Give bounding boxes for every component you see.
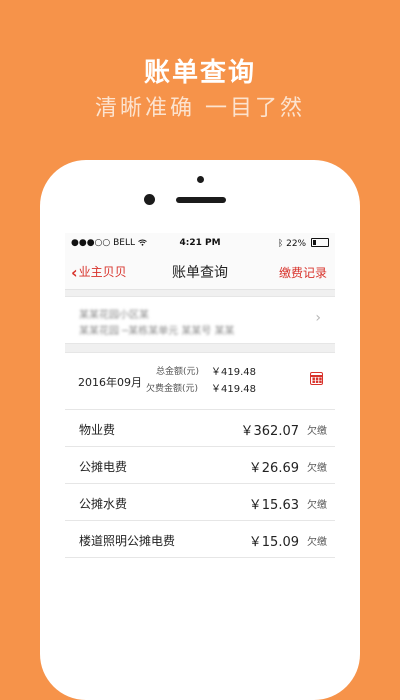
status-right: ᛒ 22% bbox=[278, 238, 329, 249]
fee-row[interactable]: 楼道照明公摊电费 ￥15.09 欠缴 bbox=[65, 521, 335, 558]
bluetooth-icon: ᛒ bbox=[277, 239, 284, 249]
fee-name: 公摊水费 bbox=[79, 497, 128, 511]
total-amount-value: ￥419.48 bbox=[211, 367, 256, 378]
bill-month: 2016年09月 bbox=[78, 376, 142, 389]
fee-status: 欠缴 bbox=[307, 537, 327, 548]
earpiece-speaker bbox=[176, 197, 226, 203]
phone-frame: ●●●○○ BELL 4:21 PM ᛒ 22% ‹业主贝贝 账单查询 缴费记录… bbox=[40, 160, 360, 700]
nav-bar: ‹业主贝贝 账单查询 缴费记录 bbox=[65, 253, 335, 290]
empty-area bbox=[65, 558, 335, 673]
owed-amount-value: ￥419.48 bbox=[211, 384, 256, 395]
address-line-1: 某某花园小区某 bbox=[79, 310, 149, 321]
fee-status: 欠缴 bbox=[307, 463, 327, 474]
payment-records-button[interactable]: 缴费记录 bbox=[279, 264, 327, 281]
chevron-right-icon: › bbox=[315, 310, 321, 326]
battery-percent: 22% bbox=[286, 239, 307, 249]
fee-amount: ￥362.07 bbox=[240, 424, 300, 439]
front-camera bbox=[144, 194, 155, 205]
calendar-icon[interactable]: ▪▪▪ ▪▪▪ bbox=[310, 372, 323, 385]
bill-summary: 2016年09月 总金额(元) ￥419.48 欠费金额(元) ￥419.48 … bbox=[65, 352, 335, 410]
fee-name: 楼道照明公摊电费 bbox=[79, 534, 176, 548]
fee-status: 欠缴 bbox=[307, 426, 327, 437]
promo-subline: 清晰准确 一目了然 bbox=[95, 96, 305, 121]
fee-amount: ￥26.69 bbox=[248, 461, 299, 476]
fee-row[interactable]: 物业费 ￥362.07 欠缴 bbox=[65, 410, 335, 447]
owed-amount-label: 欠费金额(元) bbox=[146, 384, 199, 394]
status-bar: ●●●○○ BELL 4:21 PM ᛒ 22% bbox=[65, 233, 335, 253]
fee-row[interactable]: 公摊水费 ￥15.63 欠缴 bbox=[65, 484, 335, 521]
property-address-row[interactable]: 某某花园小区某 某某花园 ─某栋某单元 某某号 某某 › bbox=[65, 296, 335, 344]
total-amount-label: 总金额(元) bbox=[156, 367, 200, 377]
address-line-2: 某某花园 ─某栋某单元 某某号 某某 bbox=[79, 326, 235, 337]
battery-fill bbox=[313, 240, 316, 245]
fee-name: 公摊电费 bbox=[79, 460, 128, 474]
battery-icon bbox=[311, 238, 329, 247]
fee-list: 物业费 ￥362.07 欠缴 公摊电费 ￥26.69 欠缴 公摊水费 ￥15.6… bbox=[65, 410, 335, 558]
fee-amount: ￥15.09 bbox=[248, 535, 299, 550]
phone-screen: ●●●○○ BELL 4:21 PM ᛒ 22% ‹业主贝贝 账单查询 缴费记录… bbox=[65, 233, 335, 673]
promo-headline: 账单查询 bbox=[143, 58, 256, 88]
fee-status: 欠缴 bbox=[307, 500, 327, 511]
fee-amount: ￥15.63 bbox=[248, 498, 299, 513]
camera-dot bbox=[197, 176, 204, 183]
fee-row[interactable]: 公摊电费 ￥26.69 欠缴 bbox=[65, 447, 335, 484]
calendar-dots: ▪▪▪ ▪▪▪ bbox=[312, 376, 323, 385]
fee-name: 物业费 bbox=[79, 423, 116, 437]
